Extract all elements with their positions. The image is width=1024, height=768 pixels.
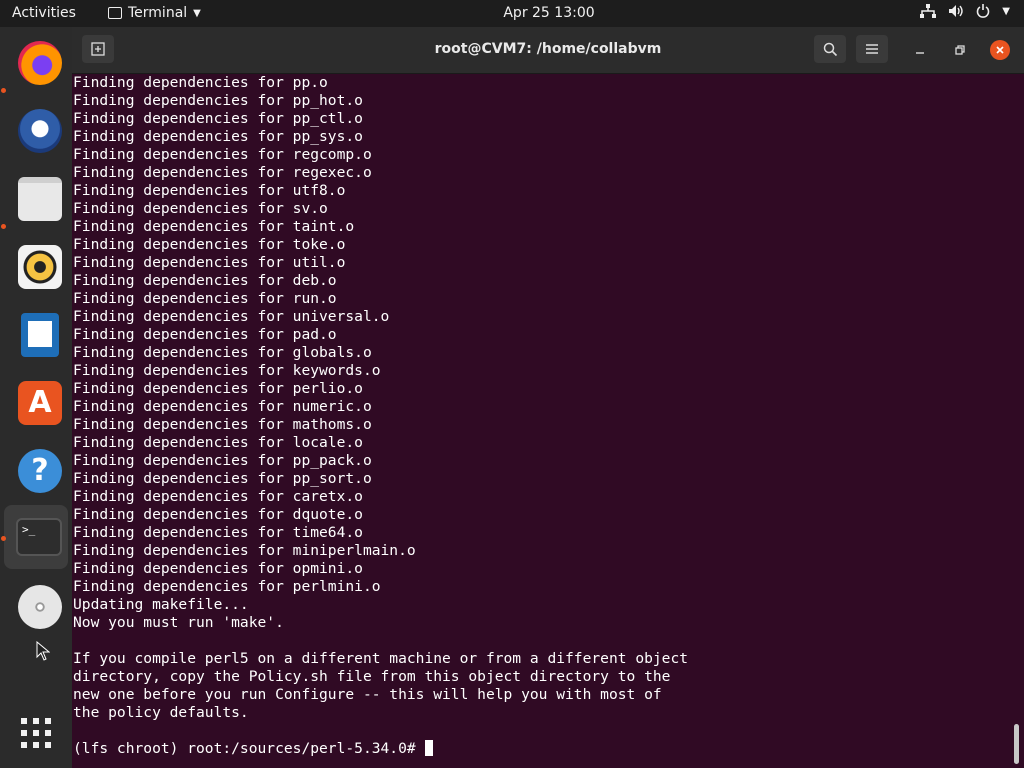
close-icon [996,46,1004,54]
dock-item-firefox[interactable] [4,29,68,93]
search-button[interactable] [814,35,846,63]
terminal-line: Finding dependencies for util.o [73,254,346,271]
search-icon [823,42,837,56]
minimize-button[interactable] [910,40,930,60]
network-icon [920,4,937,18]
dock-item-software[interactable]: A [4,369,68,433]
terminal-line: Finding dependencies for opmini.o [73,560,363,577]
terminal-line: Finding dependencies for universal.o [73,308,390,325]
running-indicator [1,536,6,541]
terminal-line: Finding dependencies for utf8.o [73,182,346,199]
minimize-icon [916,52,924,54]
terminal-line: Finding dependencies for caretx.o [73,488,363,505]
terminal-line: Updating makefile... [73,596,249,613]
folder-icon [18,177,62,221]
document-icon [21,313,59,357]
terminal-line: Finding dependencies for pp_sort.o [73,470,372,487]
hamburger-icon [866,44,878,54]
terminal-prompt: (lfs chroot) root:/sources/perl-5.34.0# [73,740,425,757]
top-bar: Activities Terminal ▼ Apr 25 13:00 ▼ [0,0,1024,27]
terminal-line: Finding dependencies for pp_hot.o [73,92,363,109]
firefox-icon [18,41,62,85]
thunderbird-icon [18,109,62,153]
dock: A ? >_ [0,27,72,768]
text-cursor [425,740,434,756]
running-indicator [1,88,6,93]
close-button[interactable] [990,40,1010,60]
menu-button[interactable] [856,35,888,63]
terminal-prompt-line[interactable]: (lfs chroot) root:/sources/perl-5.34.0# [72,740,1012,758]
show-applications-button[interactable] [4,701,68,765]
app-grid-icon [21,718,51,748]
dvd-icon [18,585,62,629]
restore-button[interactable] [950,40,970,60]
terminal-line: Finding dependencies for run.o [73,290,337,307]
terminal-line: Finding dependencies for taint.o [73,218,355,235]
dock-item-terminal[interactable]: >_ [4,505,68,569]
terminal-line: Now you must run 'make'. [73,614,284,631]
terminal-line: Finding dependencies for regexec.o [73,164,372,181]
terminal-line: new one before you run Configure -- this… [73,686,662,703]
terminal-line: Finding dependencies for locale.o [73,434,363,451]
dock-item-writer[interactable] [4,301,68,365]
speaker-icon [18,245,62,289]
terminal-line: Finding dependencies for sv.o [73,200,328,217]
help-icon: ? [18,449,62,493]
window-header: root@CVM7: /home/collabvm [72,27,1024,74]
terminal-line: Finding dependencies for pp_pack.o [73,452,372,469]
terminal-output[interactable]: Finding dependencies for pp.o Finding dep… [72,74,1012,768]
terminal-line: Finding dependencies for pp_sys.o [73,128,363,145]
scrollbar[interactable] [1014,724,1019,764]
shopping-bag-icon: A [18,381,62,425]
terminal-line: Finding dependencies for deb.o [73,272,337,289]
terminal-line: Finding dependencies for miniperlmain.o [73,542,416,559]
dock-item-dvd[interactable] [4,573,68,637]
terminal-icon: >_ [16,518,62,556]
dock-item-rhythmbox[interactable] [4,233,68,297]
terminal-line: Finding dependencies for pad.o [73,326,337,343]
terminal-lines: Finding dependencies for pp.o Finding dep… [72,74,1012,740]
terminal-line: the policy defaults. [73,704,249,721]
system-tray[interactable]: ▼ [920,4,1010,18]
running-indicator [1,224,6,229]
mouse-pointer-icon [36,641,50,661]
terminal-line: Finding dependencies for globals.o [73,344,372,361]
terminal-line: Finding dependencies for keywords.o [73,362,381,379]
dock-item-help[interactable]: ? [4,437,68,501]
volume-icon [949,5,963,17]
terminal-line: Finding dependencies for perlmini.o [73,578,381,595]
dock-item-thunderbird[interactable] [4,97,68,161]
terminal-line: Finding dependencies for time64.o [73,524,363,541]
chevron-down-icon: ▼ [1002,5,1010,17]
terminal-line: Finding dependencies for pp_ctl.o [73,110,363,127]
terminal-line: Finding dependencies for dquote.o [73,506,363,523]
restore-icon [955,45,965,55]
terminal-line: Finding dependencies for regcomp.o [73,146,372,163]
clock[interactable]: Apr 25 13:00 [0,5,1024,21]
terminal-line: Finding dependencies for numeric.o [73,398,372,415]
terminal-line: If you compile perl5 on a different mach… [73,650,689,667]
terminal-line: Finding dependencies for perlio.o [73,380,363,397]
terminal-line: Finding dependencies for toke.o [73,236,346,253]
terminal-line: Finding dependencies for pp.o [73,74,328,91]
dock-item-files[interactable] [4,165,68,229]
power-icon [977,4,990,18]
terminal-line: Finding dependencies for mathoms.o [73,416,372,433]
terminal-line: directory, copy the Policy.sh file from … [73,668,671,685]
